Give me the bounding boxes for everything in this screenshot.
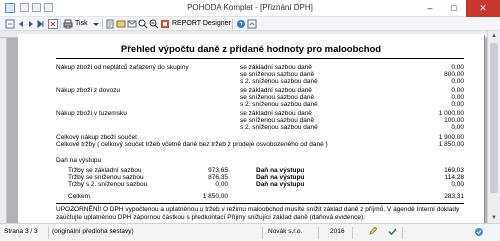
output-row-amount: 973,65	[208, 167, 228, 174]
maximize-button[interactable]: □	[442, 0, 466, 17]
output-row-tax: 169,03	[444, 167, 464, 174]
zoom-out-icon[interactable]	[149, 19, 159, 29]
status-divider	[318, 227, 319, 239]
output-tax-heading: Daň na výstupu	[56, 157, 102, 164]
output-row-tax-label: Daň na výstupu	[256, 181, 305, 188]
row-label: se základní sazbou daně	[240, 110, 312, 117]
total-label: Celkový nákup zboží součet	[56, 134, 137, 141]
status-template: (originální předloha sestavy)	[52, 228, 134, 235]
row-value: 0,00	[451, 124, 464, 131]
close-button[interactable]: ✕	[466, 0, 500, 17]
output-row-amount: 0,00	[215, 181, 228, 188]
status-divider	[48, 227, 49, 239]
print-dropdown-icon[interactable]	[91, 19, 101, 29]
next-page-icon[interactable]	[26, 19, 36, 29]
vertical-scrollbar[interactable]: ▲ ▼	[487, 31, 500, 223]
row-label: se základní sazbou daně	[240, 64, 312, 71]
status-page: Strana 3 / 3	[4, 228, 38, 235]
last-page-icon[interactable]	[36, 19, 46, 29]
row-value: 0,00	[451, 101, 464, 108]
row-label: s 2. sníženou sazbou daně	[240, 101, 318, 108]
row-label: se sníženou sazbou daně	[240, 71, 315, 78]
output-row-tax-label: Daň na výstupu	[256, 174, 305, 181]
row-value: 0,00	[451, 87, 464, 94]
output-total-tax: 283,31	[444, 193, 464, 200]
vertical-ruler	[0, 38, 7, 223]
output-row-tax-label: Daň na výstupu	[256, 167, 305, 174]
row-label: se sníženou sazbou daně	[240, 117, 315, 124]
total-value: 1 900,00	[438, 134, 464, 141]
status-divider	[402, 227, 403, 239]
row-label: s 2. sníženou sazbou daně	[240, 78, 318, 85]
output-row-label: Tržby se základní sazbou	[68, 167, 142, 174]
section-label: Nákup zboží od neplátců zařazený do skup…	[56, 64, 189, 71]
status-divider	[352, 227, 353, 239]
report-designer-button[interactable]: REPORT Designer	[172, 19, 231, 29]
output-total-label: Celkem	[68, 193, 91, 200]
export-icon[interactable]	[116, 19, 126, 29]
toolbar-separator	[232, 19, 233, 29]
status-divider	[262, 227, 263, 239]
printer-icon[interactable]	[63, 19, 73, 29]
row-value: 800,00	[444, 71, 464, 78]
row-value: 1 000,00	[438, 110, 464, 117]
toolbar-separator	[60, 19, 61, 29]
output-row-amount: 876,35	[208, 174, 228, 181]
row-value: 0,00	[451, 78, 464, 85]
scroll-down-icon[interactable]: ▼	[488, 213, 500, 223]
report-title: Přehled výpočtu daně z přidané hodnoty p…	[120, 44, 382, 55]
total-value: 1 850,00	[438, 141, 464, 148]
title-rule	[56, 58, 464, 59]
close-preview-icon[interactable]	[48, 19, 58, 29]
output-row-label: Tržby s 2. sníženou sazbou	[68, 181, 148, 188]
status-company: Novák s.r.o.	[268, 228, 303, 235]
toolbar-separator	[102, 19, 103, 29]
output-total-amount: 1 850,00	[202, 193, 228, 200]
zoom-in-icon[interactable]	[138, 19, 148, 29]
total-label: Celkové tržby ( celkový součet tržeb vče…	[56, 141, 328, 148]
output-row-label: Tržby se sníženou sazbou	[68, 174, 144, 181]
warning-rule	[56, 203, 464, 204]
print-button[interactable]: Tisk	[75, 19, 88, 29]
title-bar: POHODA Komplet - [Přiznání DPH] – □ ✕	[0, 0, 500, 17]
status-year: 2016	[330, 228, 345, 235]
row-label: se sníženou sazbou daně	[240, 94, 315, 101]
pencil-icon	[368, 226, 378, 238]
output-row-tax: 114,28	[444, 174, 464, 181]
info-icon[interactable]	[247, 19, 257, 29]
report-page: Přehled výpočtu daně z přidané hodnoty p…	[18, 34, 484, 223]
first-page-icon[interactable]	[5, 19, 15, 29]
minimize-button[interactable]: –	[418, 0, 442, 17]
row-label: se základní sazbou daně	[240, 87, 312, 94]
section-label: Nákup zboží v tuzemsku	[56, 110, 127, 117]
scroll-up-icon[interactable]: ▲	[488, 31, 500, 41]
row-value: 100,00	[444, 117, 464, 124]
row-label: s 2. sníženou sazbou daně	[240, 124, 318, 131]
page-setup-icon[interactable]	[105, 19, 115, 29]
email-icon[interactable]	[127, 19, 137, 29]
status-bar: Strana 3 / 3 (originální předloha sestav…	[0, 223, 500, 241]
output-row-tax: 0,00	[451, 181, 464, 188]
help-icon[interactable]	[236, 19, 246, 29]
report-designer-icon[interactable]	[160, 19, 170, 29]
row-value: 0,00	[451, 64, 464, 71]
toolbar: Tisk REPORT Designer	[0, 17, 500, 31]
scroll-thumb[interactable]	[490, 43, 498, 193]
section-label: Nákup zboží z dovozu	[56, 87, 120, 94]
row-value: 0,00	[451, 94, 464, 101]
check-icon	[388, 227, 397, 238]
online-status-icon	[474, 227, 484, 239]
prev-page-icon[interactable]	[16, 19, 26, 29]
warning-text: UPOZORNĚNÍ! O DPH vypočtenou a uplatněno…	[56, 206, 460, 221]
